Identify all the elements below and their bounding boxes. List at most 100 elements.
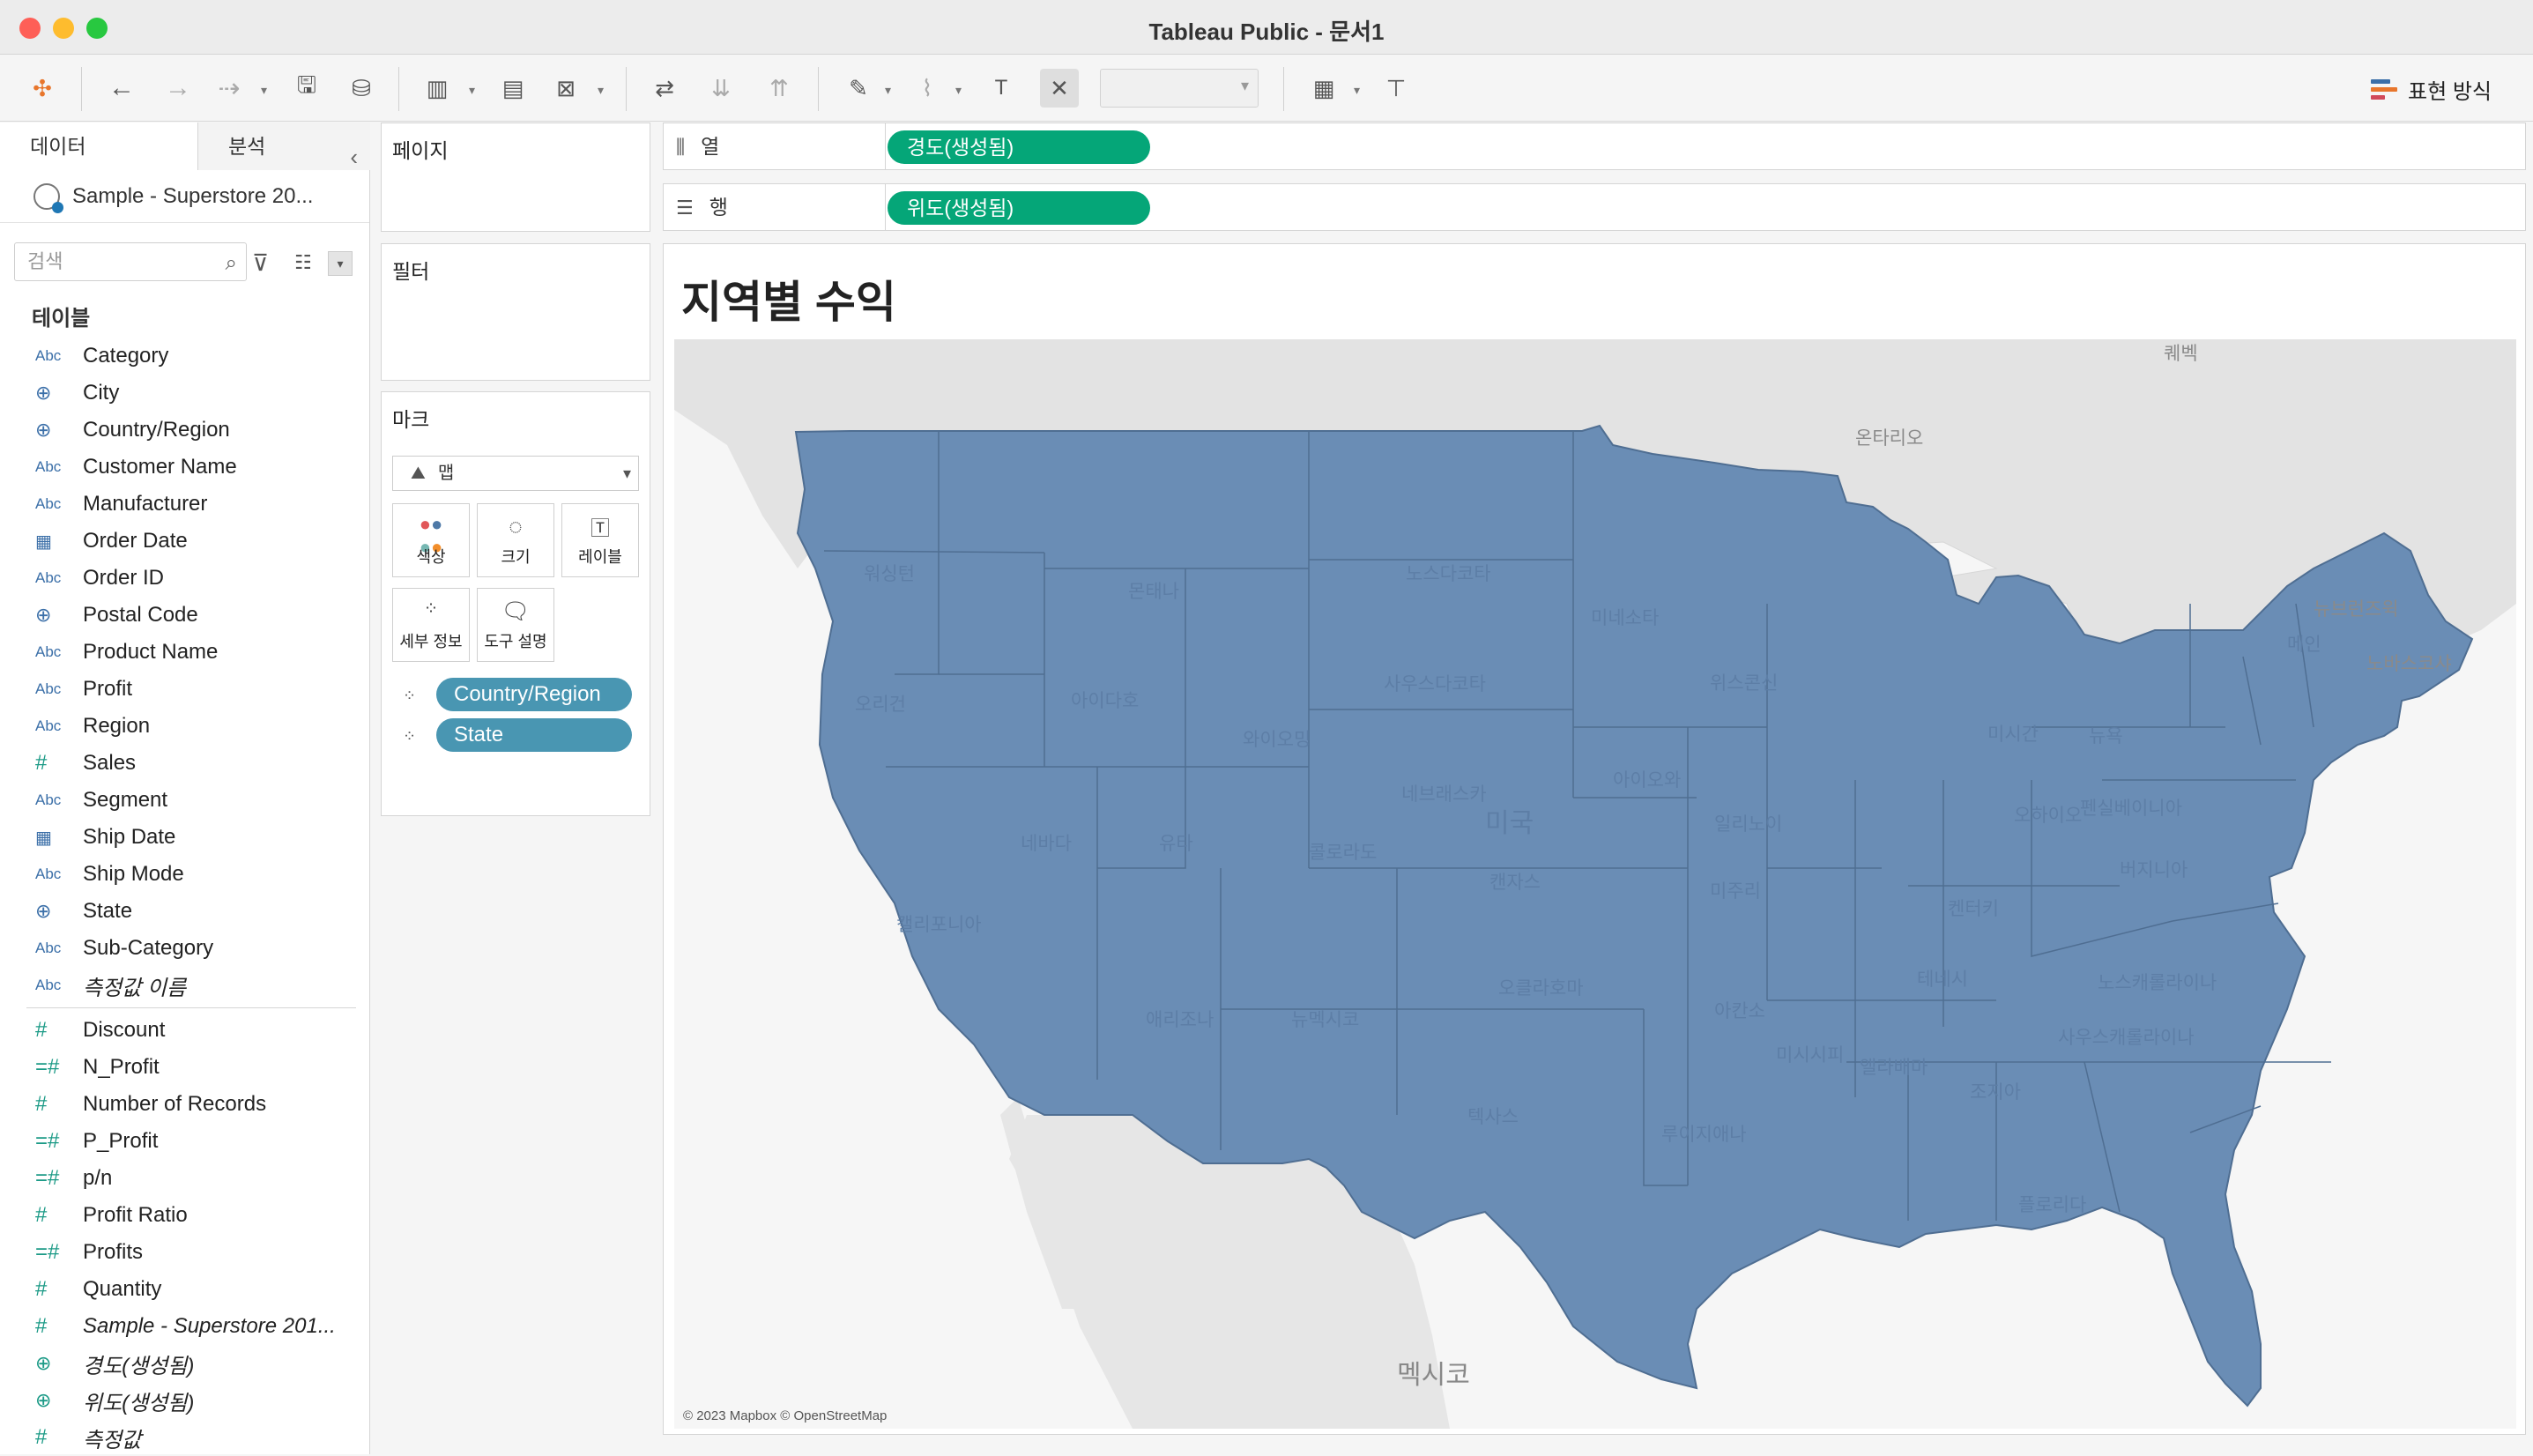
field-item[interactable]: Abc Category [0, 338, 370, 375]
filter-icon[interactable]: ⊽ [252, 249, 269, 277]
field-item[interactable]: =# Profits [0, 1234, 370, 1271]
list-view-icon[interactable]: ☷ [294, 251, 312, 274]
view-options-dropdown-icon[interactable]: ▾ [328, 251, 353, 276]
field-item[interactable]: ⊕ State [0, 893, 370, 930]
field-item[interactable]: Abc Ship Mode [0, 856, 370, 893]
group-members-icon[interactable]: ⌇ [908, 69, 947, 108]
clear-sheet-icon[interactable]: ⊠ [546, 69, 585, 108]
field-item[interactable]: =# p/n [0, 1160, 370, 1197]
geographic-icon: ⊕ [35, 382, 52, 404]
field-item[interactable]: ▦ Order Date [0, 523, 370, 560]
field-item[interactable]: ⊕ 경도(생성됨) [0, 1345, 370, 1382]
highlight-dropdown-icon[interactable]: ▾ [885, 83, 891, 98]
highlight-icon[interactable]: ✎ [839, 69, 878, 108]
field-item[interactable]: Abc Sub-Category [0, 930, 370, 967]
collapse-pane-icon[interactable]: ‹ [350, 133, 358, 181]
measure-icon: # [35, 1092, 48, 1116]
marks-tooltip-button[interactable]: 🗨 도구 설명 [477, 588, 554, 662]
fix-axes-icon[interactable]: ✕ [1040, 69, 1079, 108]
marks-detail-button[interactable]: ⁘ 세부 정보 [392, 588, 470, 662]
new-worksheet-icon[interactable]: ▥ [418, 69, 457, 108]
filters-card[interactable]: 필터 [381, 243, 650, 381]
group-dropdown-icon[interactable]: ▾ [955, 83, 962, 98]
replay-icon[interactable]: ⇢ [210, 69, 249, 108]
field-item[interactable]: ⊕ 위도(생성됨) [0, 1382, 370, 1419]
mark-type-dropdown[interactable]: ⛰ 맵 [392, 456, 639, 491]
field-search-input[interactable]: 검색 ⌕ [14, 242, 247, 281]
fit-dropdown[interactable] [1100, 69, 1259, 108]
marks-card: 마크 ⛰맵 ●●●● 색상 ◌ 크기 🅃 레이블 ⁘ 세부 정보 🗨 도구 설명… [381, 391, 650, 816]
field-item[interactable]: # Sample - Superstore 201... [0, 1308, 370, 1345]
rows-shelf[interactable]: ☰ 행 위도(생성됨) [663, 183, 2526, 231]
pages-card[interactable]: 페이지 [381, 123, 650, 232]
tab-analysis[interactable]: 분석 ‹ [197, 123, 370, 170]
redo-icon[interactable]: → [159, 69, 197, 108]
map-canvas[interactable]: 퀘벡 온타리오 뉴브런즈윅 노바스코샤 워싱턴 몬태나 노스다코타 미네소타 오… [674, 339, 2516, 1429]
rows-pill-latitude[interactable]: 위도(생성됨) [888, 191, 1150, 225]
sort-ascending-icon[interactable]: ⇊ [702, 69, 740, 108]
search-icon: ⌕ [225, 251, 237, 275]
sort-descending-icon[interactable]: ⇈ [760, 69, 799, 108]
marks-pill-state[interactable]: State [436, 718, 632, 752]
field-item[interactable]: =# P_Profit [0, 1123, 370, 1160]
field-item[interactable]: Abc Manufacturer [0, 486, 370, 523]
show-cards-icon[interactable]: ▦ [1304, 69, 1343, 108]
clear-sheet-dropdown-icon[interactable]: ▾ [598, 83, 604, 98]
marks-pill-country-region[interactable]: Country/Region [436, 678, 632, 711]
field-item[interactable]: # Number of Records [0, 1086, 370, 1123]
worksheet-title[interactable]: 지역별 수익 [681, 267, 896, 331]
field-item[interactable]: ⊕ Postal Code [0, 597, 370, 634]
field-item[interactable]: Abc Profit [0, 671, 370, 708]
map-label-new-mexico: 뉴멕시코 [1291, 1010, 1360, 1030]
field-item[interactable]: # Sales [0, 745, 370, 782]
show-mark-labels-icon[interactable]: T [982, 69, 1021, 108]
field-item[interactable]: # Quantity [0, 1271, 370, 1308]
marks-size-button[interactable]: ◌ 크기 [477, 503, 554, 577]
marks-color-button[interactable]: ●● ●● 색상 [392, 503, 470, 577]
worksheet-view: 지역별 수익 퀘벡 온타리오 뉴브런즈윅 노바스코샤 워싱턴 몬태나 노스다코타… [663, 243, 2526, 1435]
columns-shelf[interactable]: ⫼ 열 경도(생성됨) [663, 123, 2526, 170]
tableau-logo-icon[interactable]: ✣ [23, 69, 62, 108]
new-worksheet-dropdown-icon[interactable]: ▾ [469, 83, 475, 98]
columns-pill-longitude[interactable]: 경도(생성됨) [888, 130, 1150, 164]
marks-label-button[interactable]: 🅃 레이블 [561, 503, 639, 577]
field-item[interactable]: ⊕ City [0, 375, 370, 412]
field-item[interactable]: Abc Product Name [0, 634, 370, 671]
show-cards-dropdown-icon[interactable]: ▾ [1354, 83, 1360, 98]
undo-icon[interactable]: ← [102, 69, 141, 108]
map-label-quebec: 퀘벡 [2164, 344, 2198, 364]
field-name: N_Profit [83, 1055, 160, 1079]
presentation-mode-icon[interactable]: ⊤ [1377, 69, 1415, 108]
map-label-virginia: 버지니아 [2120, 860, 2188, 880]
field-item[interactable]: # 측정값 [0, 1419, 370, 1456]
duplicate-sheet-icon[interactable]: ▤ [494, 69, 532, 108]
filters-card-title: 필터 [392, 260, 430, 283]
field-item[interactable]: =# N_Profit [0, 1049, 370, 1086]
field-name: Sub-Category [83, 936, 214, 960]
save-icon[interactable]: 🖫 [287, 69, 326, 108]
field-item[interactable]: Abc 측정값 이름 [0, 967, 370, 1004]
rows-shelf-label: ☰ 행 [664, 184, 886, 230]
map-label-south-carolina: 사우스캐롤라이나 [2058, 1028, 2195, 1048]
string-type-icon: Abc [35, 865, 62, 882]
field-item[interactable]: ▦ Ship Date [0, 819, 370, 856]
field-item[interactable]: # Discount [0, 1012, 370, 1049]
replay-dropdown-icon[interactable]: ▾ [261, 83, 267, 98]
field-item[interactable]: Abc Region [0, 708, 370, 745]
field-item[interactable]: Abc Order ID [0, 560, 370, 597]
string-type-icon: Abc [35, 347, 62, 364]
map-label-oregon: 오리건 [855, 695, 906, 715]
field-name: P_Profit [83, 1129, 159, 1153]
map-copyright[interactable]: © 2023 Mapbox © OpenStreetMap [683, 1408, 887, 1423]
field-item[interactable]: Abc Customer Name [0, 449, 370, 486]
show-me-button[interactable]: 표현 방식 [2371, 74, 2492, 105]
field-item[interactable]: ⊕ Country/Region [0, 412, 370, 449]
field-item[interactable]: # Profit Ratio [0, 1197, 370, 1234]
swap-rows-columns-icon[interactable]: ⇄ [645, 69, 684, 108]
tab-data[interactable]: 데이터 [0, 123, 197, 170]
data-source-item[interactable]: Sample - Superstore 20... [0, 170, 369, 223]
map-label-alabama: 앨라배마 [1860, 1058, 1928, 1078]
new-data-source-icon[interactable]: ⛁ [342, 69, 381, 108]
field-name: State [83, 899, 133, 923]
field-item[interactable]: Abc Segment [0, 782, 370, 819]
